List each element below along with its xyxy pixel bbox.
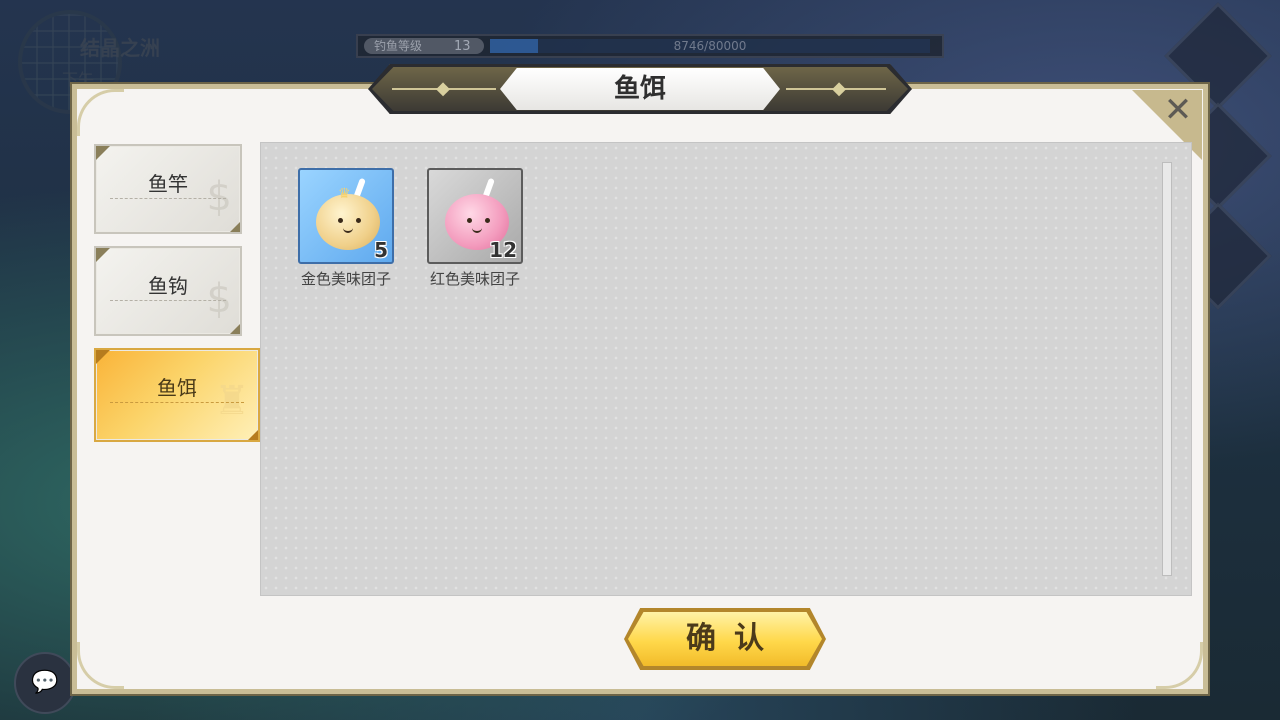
fishing-level-bar: 钓鱼等级 13 8746/80000 bbox=[356, 34, 944, 58]
item-count: 5 bbox=[374, 238, 388, 262]
diamond-icon: ◆ bbox=[436, 78, 450, 99]
item-frame[interactable]: 12 bbox=[427, 168, 523, 264]
golden-dumpling-icon bbox=[316, 194, 380, 250]
item-slot[interactable]: 12 红色美味团子 bbox=[425, 168, 525, 289]
close-icon[interactable]: ✕ bbox=[1160, 92, 1196, 128]
item-frame[interactable]: ♛ 5 bbox=[298, 168, 394, 264]
crown-icon: ♛ bbox=[338, 186, 351, 202]
chat-bubble-icon: 💬 bbox=[31, 670, 59, 695]
item-count: 12 bbox=[489, 238, 517, 262]
tab-bait[interactable]: ♜ 鱼饵 bbox=[94, 348, 260, 442]
item-name: 红色美味团子 bbox=[429, 270, 520, 288]
dialog-title: 鱼饵 bbox=[613, 74, 666, 104]
level-value: 13 bbox=[454, 39, 471, 54]
exp-text: 8746/80000 bbox=[673, 39, 747, 53]
confirm-button[interactable]: 确认 bbox=[624, 608, 826, 670]
item-grid-panel bbox=[260, 142, 1192, 596]
scrollbar[interactable] bbox=[1162, 162, 1172, 576]
exp-track: 8746/80000 bbox=[490, 39, 930, 53]
map-name: 结晶之洲 bbox=[80, 36, 160, 60]
item-name: 金色美味团子 bbox=[300, 270, 391, 288]
tab-label: 鱼饵 bbox=[157, 376, 197, 400]
chat-button[interactable]: 💬 bbox=[14, 652, 76, 714]
tab-hook[interactable]: $ 鱼钩 bbox=[94, 246, 242, 336]
tab-label: 鱼钩 bbox=[148, 274, 188, 298]
tab-rod[interactable]: $ 鱼竿 bbox=[94, 144, 242, 234]
item-slot[interactable]: ♛ 5 金色美味团子 bbox=[296, 168, 396, 289]
tab-label: 鱼竿 bbox=[148, 172, 188, 196]
diamond-icon: ◆ bbox=[832, 78, 846, 99]
